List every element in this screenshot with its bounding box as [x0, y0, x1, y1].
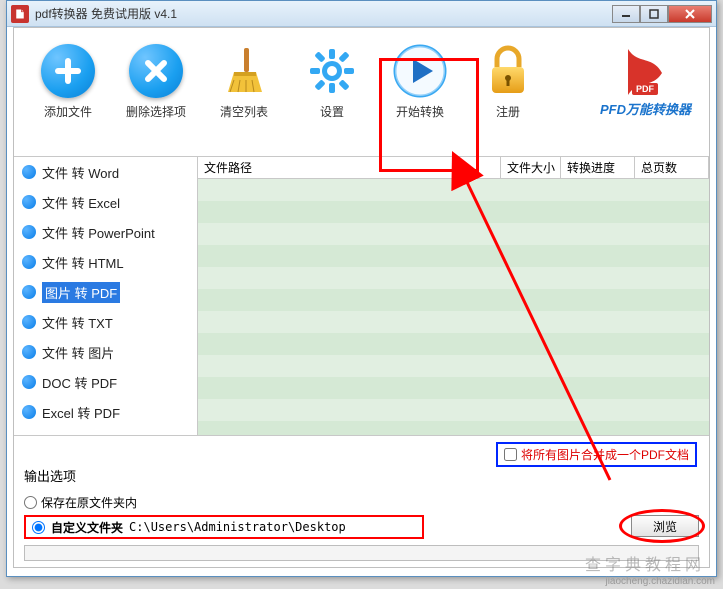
toolbar-label: 设置: [320, 103, 344, 120]
titlebar: pdf转换器 免费试用版 v4.1: [7, 1, 716, 27]
lock-icon: [480, 43, 536, 99]
close-button[interactable]: [668, 5, 712, 23]
custom-folder-path: C:\Users\Administrator\Desktop: [129, 520, 346, 534]
watermark-url: jiaocheng.chazidian.com: [605, 576, 715, 587]
bullet-icon: [22, 315, 36, 329]
gear-icon: [304, 43, 360, 99]
sidebar-item-word[interactable]: 文件 转 Word: [14, 157, 197, 187]
custom-folder-label: 自定义文件夹: [51, 519, 123, 536]
sidebar-item-excel-pdf[interactable]: Excel 转 PDF: [14, 397, 197, 427]
clear-list-button[interactable]: 清空列表: [200, 39, 288, 124]
settings-button[interactable]: 设置: [288, 39, 376, 124]
col-path[interactable]: 文件路径: [198, 157, 501, 178]
grid-header: 文件路径 文件大小 转换进度 总页数: [198, 157, 709, 179]
toolbar-label: 开始转换: [396, 103, 444, 120]
sidebar-item-doc-pdf[interactable]: DOC 转 PDF: [14, 367, 197, 397]
output-panel: 将所有图片合并成一个PDF文档 输出选项 保存在原文件夹内 自定义文件夹 C:\…: [14, 435, 709, 567]
bullet-icon: [22, 255, 36, 269]
sidebar-item-excel[interactable]: 文件 转 Excel: [14, 187, 197, 217]
sidebar-item-ppt-pdf[interactable]: PowerPoint 转 PDF: [14, 427, 197, 435]
toolbar: 添加文件 删除选择项 清空列表 设置 开始转换 注册: [14, 28, 709, 128]
col-size[interactable]: 文件大小: [501, 157, 561, 178]
bullet-icon: [22, 195, 36, 209]
merge-checkbox-row[interactable]: 将所有图片合并成一个PDF文档: [496, 442, 697, 467]
toolbar-label: 注册: [496, 103, 520, 120]
output-title: 输出选项: [24, 466, 699, 485]
bullet-icon: [22, 225, 36, 239]
window-title: pdf转换器 免费试用版 v4.1: [35, 5, 612, 22]
keep-original-radio-row[interactable]: 保存在原文件夹内: [24, 491, 699, 513]
minimize-button[interactable]: [612, 5, 640, 23]
toolbar-label: 删除选择项: [126, 103, 186, 120]
bullet-icon: [22, 375, 36, 389]
custom-folder-highlight: 自定义文件夹 C:\Users\Administrator\Desktop: [24, 515, 424, 539]
browse-button[interactable]: 浏览: [631, 515, 699, 537]
merge-label: 将所有图片合并成一个PDF文档: [521, 446, 689, 463]
register-button[interactable]: 注册: [464, 39, 552, 124]
file-grid: 文件路径 文件大小 转换进度 总页数: [198, 156, 709, 435]
col-pages[interactable]: 总页数: [635, 157, 709, 178]
maximize-button[interactable]: [640, 5, 668, 23]
bullet-icon: [22, 345, 36, 359]
add-file-button[interactable]: 添加文件: [24, 39, 112, 124]
keep-original-radio[interactable]: [24, 496, 37, 509]
content-area: 添加文件 删除选择项 清空列表 设置 开始转换 注册: [13, 27, 710, 568]
toolbar-label: 清空列表: [220, 103, 268, 120]
brand-logo: PDF PFD万能转换器: [600, 45, 691, 118]
col-progress[interactable]: 转换进度: [561, 157, 635, 178]
app-icon: [11, 5, 29, 23]
grid-body[interactable]: [198, 179, 709, 435]
broom-icon: [216, 43, 272, 99]
plus-icon: [41, 44, 95, 98]
bullet-icon: [22, 285, 36, 299]
sidebar: 文件 转 Word 文件 转 Excel 文件 转 PowerPoint 文件 …: [14, 156, 198, 435]
sidebar-item-txt[interactable]: 文件 转 TXT: [14, 307, 197, 337]
toolbar-label: 添加文件: [44, 103, 92, 120]
watermark-cn: 查字典教程网: [585, 551, 705, 575]
play-icon: [392, 43, 448, 99]
bullet-icon: [22, 165, 36, 179]
sidebar-item-image[interactable]: 文件 转 图片: [14, 337, 197, 367]
bullet-icon: [22, 405, 36, 419]
app-window: pdf转换器 免费试用版 v4.1 添加文件 删除选择项 清空列表 设置: [6, 0, 717, 577]
keep-original-label: 保存在原文件夹内: [41, 494, 137, 511]
sidebar-item-powerpoint[interactable]: 文件 转 PowerPoint: [14, 217, 197, 247]
custom-folder-radio[interactable]: [32, 521, 45, 534]
sidebar-item-image-to-pdf[interactable]: 图片 转 PDF: [14, 277, 197, 307]
pdf-icon: PDF: [622, 45, 668, 97]
brand-text: PFD万能转换器: [600, 99, 691, 118]
x-icon: [129, 44, 183, 98]
remove-selected-button[interactable]: 删除选择项: [112, 39, 200, 124]
merge-checkbox[interactable]: [504, 448, 517, 461]
start-convert-button[interactable]: 开始转换: [376, 39, 464, 124]
sidebar-item-html[interactable]: 文件 转 HTML: [14, 247, 197, 277]
svg-text:PDF: PDF: [636, 84, 655, 94]
